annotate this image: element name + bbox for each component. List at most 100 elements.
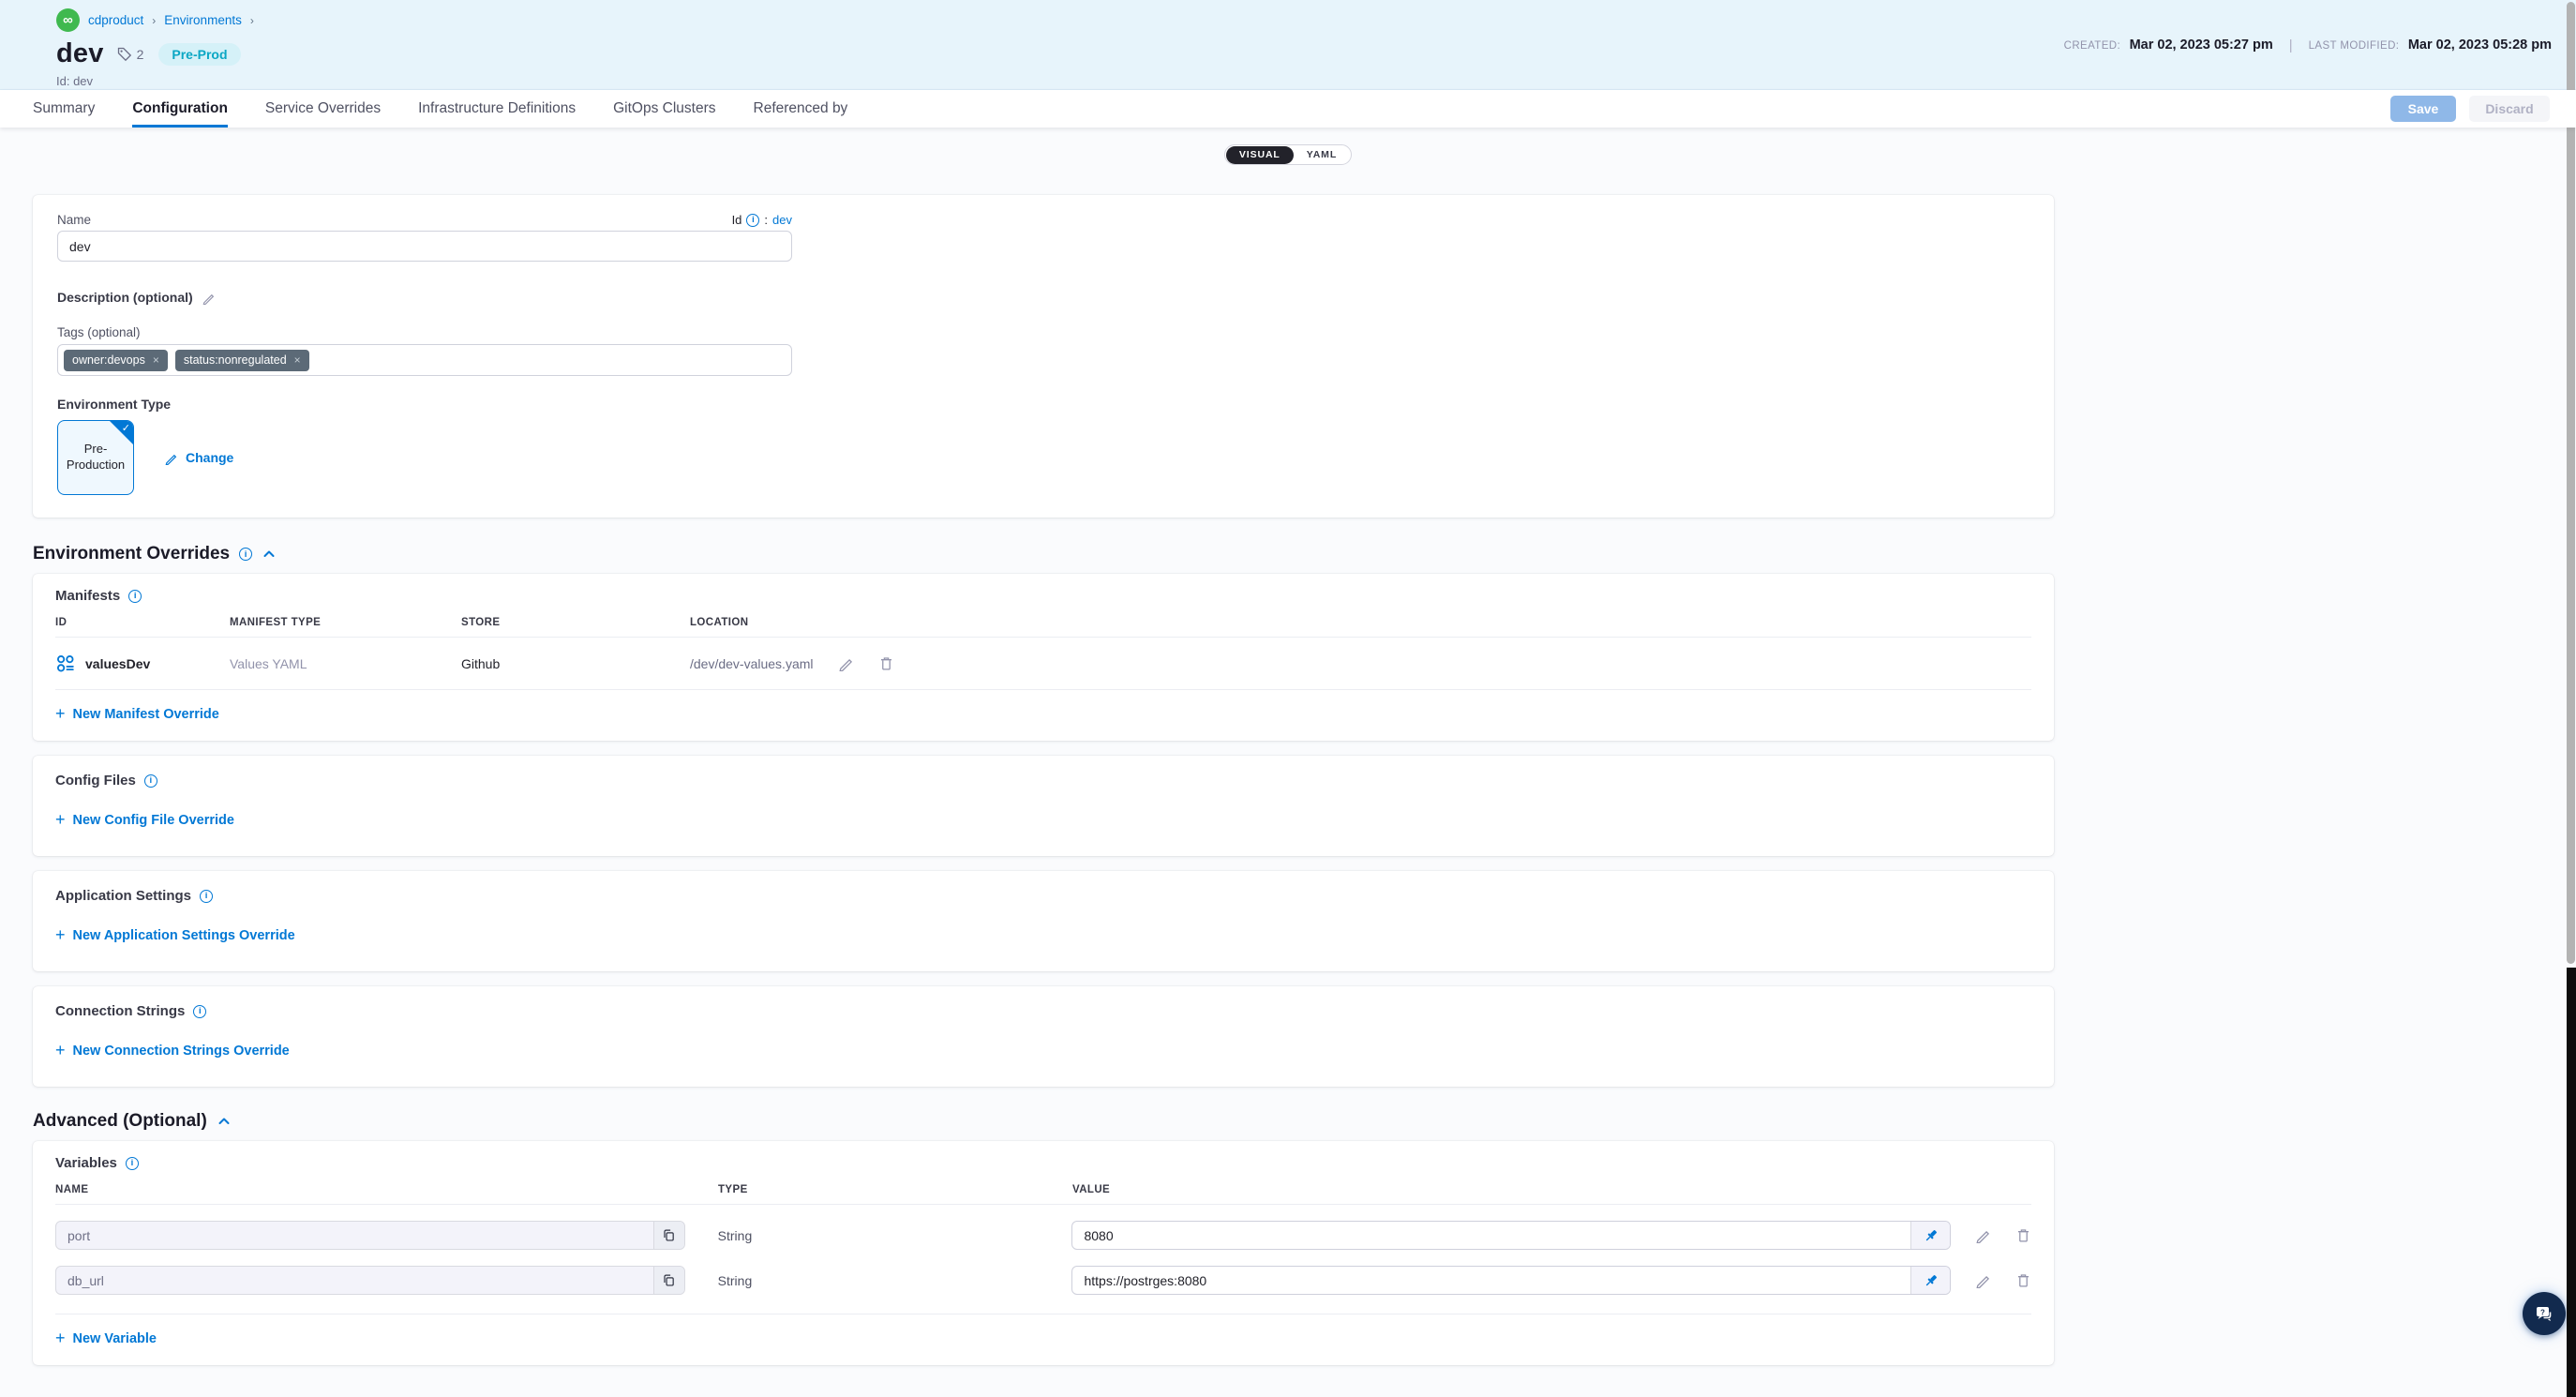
- edit-description-icon[interactable]: [202, 291, 216, 305]
- copy-variable-button[interactable]: [653, 1267, 684, 1294]
- help-chat-button[interactable]: ?: [2523, 1292, 2566, 1335]
- col-type: TYPE: [718, 1184, 1072, 1195]
- save-button[interactable]: Save: [2390, 96, 2456, 122]
- info-icon[interactable]: i: [193, 1005, 206, 1018]
- variables-table-header: NAME TYPE VALUE: [55, 1184, 2031, 1205]
- col-location: LOCATION: [690, 617, 2031, 628]
- environment-overrides-title: Environment Overrides: [33, 544, 230, 564]
- name-input[interactable]: [57, 231, 792, 262]
- info-icon[interactable]: i: [239, 548, 252, 561]
- breadcrumb-environments[interactable]: Environments: [164, 13, 242, 27]
- breadcrumb: ∞ cdproduct › Environments ›: [56, 8, 2576, 32]
- fixed-value-pin-button[interactable]: [1910, 1267, 1950, 1294]
- new-connection-strings-override-link[interactable]: + New Connection Strings Override: [55, 1044, 2031, 1059]
- info-icon[interactable]: i: [746, 214, 759, 227]
- trash-icon: [878, 655, 894, 671]
- info-icon[interactable]: i: [126, 1157, 139, 1170]
- check-icon: ✓: [122, 422, 130, 435]
- tags-input[interactable]: owner:devops × status:nonregulated ×: [57, 344, 792, 376]
- breadcrumb-separator-icon: ›: [152, 14, 156, 27]
- tab-infrastructure-definitions[interactable]: Infrastructure Definitions: [418, 90, 576, 128]
- plus-icon: +: [55, 1042, 66, 1059]
- col-name: NAME: [55, 1184, 718, 1195]
- tab-gitops-clusters[interactable]: GitOps Clusters: [613, 90, 715, 128]
- new-config-file-override-label: New Config File Override: [73, 813, 234, 828]
- fixed-value-pin-button[interactable]: [1910, 1222, 1950, 1249]
- scrollbar-track-dark: [2567, 968, 2576, 1397]
- edit-variable-button[interactable]: [1975, 1272, 1991, 1288]
- info-icon[interactable]: i: [144, 774, 157, 788]
- edit-pencil-icon: [164, 451, 178, 465]
- new-config-file-override-link[interactable]: + New Config File Override: [55, 813, 2031, 828]
- tab-service-overrides[interactable]: Service Overrides: [265, 90, 381, 128]
- col-manifest-type: MANIFEST TYPE: [230, 617, 461, 628]
- collapse-chevron-icon[interactable]: [217, 1114, 232, 1129]
- name-label: Name: [57, 213, 91, 227]
- header-meta: CREATED: Mar 02, 2023 05:27 pm | LAST MO…: [2064, 37, 2552, 53]
- variable-value: 8080: [1072, 1222, 1910, 1249]
- breadcrumb-project[interactable]: cdproduct: [88, 13, 143, 27]
- tab-configuration[interactable]: Configuration: [132, 90, 228, 128]
- change-env-type-link[interactable]: Change: [164, 450, 233, 465]
- id-inline-value[interactable]: dev: [772, 213, 792, 227]
- variables-card: Variables i NAME TYPE VALUE port: [33, 1141, 2054, 1365]
- delete-manifest-button[interactable]: [878, 655, 894, 671]
- tab-bar: Summary Configuration Service Overrides …: [0, 90, 2576, 128]
- edit-manifest-button[interactable]: [838, 655, 854, 671]
- last-modified-label: LAST MODIFIED:: [2309, 40, 2400, 52]
- new-manifest-override-label: New Manifest Override: [73, 707, 219, 722]
- variable-name-value: db_url: [56, 1267, 653, 1294]
- tag-chip-label: status:nonregulated: [184, 353, 287, 367]
- delete-variable-button[interactable]: [2015, 1272, 2031, 1288]
- tab-summary[interactable]: Summary: [33, 90, 95, 128]
- entity-id: Id: dev: [56, 74, 2576, 88]
- trash-icon: [2015, 1227, 2031, 1243]
- copy-icon: [662, 1228, 676, 1242]
- variables-title: Variables: [55, 1155, 117, 1171]
- change-label: Change: [186, 450, 233, 465]
- breadcrumb-separator-icon: ›: [250, 14, 254, 27]
- id-inline-separator: :: [764, 213, 768, 227]
- variable-value-input[interactable]: 8080: [1071, 1221, 1951, 1250]
- description-label: Description (optional): [57, 290, 193, 305]
- plus-icon: +: [55, 811, 66, 828]
- variable-value: https://postrges:8080: [1072, 1267, 1910, 1294]
- manifest-location: /dev/dev-values.yaml: [690, 656, 814, 671]
- new-application-settings-override-link[interactable]: + New Application Settings Override: [55, 928, 2031, 943]
- env-type-card-preproduction[interactable]: Pre-Production ✓: [57, 420, 134, 495]
- new-variable-link[interactable]: + New Variable: [55, 1331, 2031, 1346]
- pin-icon: [1924, 1273, 1939, 1288]
- manifest-store: Github: [461, 656, 690, 671]
- connection-strings-card: Connection Strings i + New Connection St…: [33, 986, 2054, 1087]
- copy-variable-button[interactable]: [653, 1222, 684, 1249]
- manifests-table-header: ID MANIFEST TYPE STORE LOCATION: [55, 617, 2031, 638]
- info-icon[interactable]: i: [128, 590, 142, 603]
- application-settings-title: Application Settings: [55, 888, 191, 904]
- new-variable-label: New Variable: [73, 1331, 157, 1346]
- toggle-visual[interactable]: VISUAL: [1226, 146, 1294, 164]
- delete-variable-button[interactable]: [2015, 1227, 2031, 1243]
- variable-value-input[interactable]: https://postrges:8080: [1071, 1266, 1951, 1295]
- collapse-chevron-icon[interactable]: [262, 547, 277, 562]
- chat-help-icon: ?: [2533, 1302, 2555, 1325]
- discard-button[interactable]: Discard: [2469, 96, 2550, 122]
- vertical-scrollbar-thumb[interactable]: [2567, 2, 2575, 964]
- col-value: VALUE: [1072, 1184, 2031, 1195]
- variable-type: String: [718, 1228, 1072, 1243]
- tag-chip-label: owner:devops: [72, 353, 145, 367]
- tab-referenced-by[interactable]: Referenced by: [754, 90, 848, 128]
- toggle-yaml[interactable]: YAML: [1294, 146, 1350, 164]
- edit-variable-button[interactable]: [1975, 1227, 1991, 1243]
- tag-icon: [117, 47, 132, 62]
- remove-tag-icon[interactable]: ×: [294, 353, 301, 367]
- variable-name-input[interactable]: port: [55, 1221, 685, 1250]
- variable-name-input[interactable]: db_url: [55, 1266, 685, 1295]
- pencil-icon: [1975, 1272, 1991, 1288]
- plus-icon: +: [55, 1329, 66, 1346]
- info-icon[interactable]: i: [200, 890, 213, 903]
- remove-tag-icon[interactable]: ×: [153, 353, 159, 367]
- cd-module-icon[interactable]: ∞: [56, 8, 80, 32]
- new-manifest-override-link[interactable]: + New Manifest Override: [55, 707, 2031, 722]
- environment-form-card: Name Id i : dev Description (optional) T…: [33, 195, 2054, 518]
- created-label: CREATED:: [2064, 40, 2121, 52]
